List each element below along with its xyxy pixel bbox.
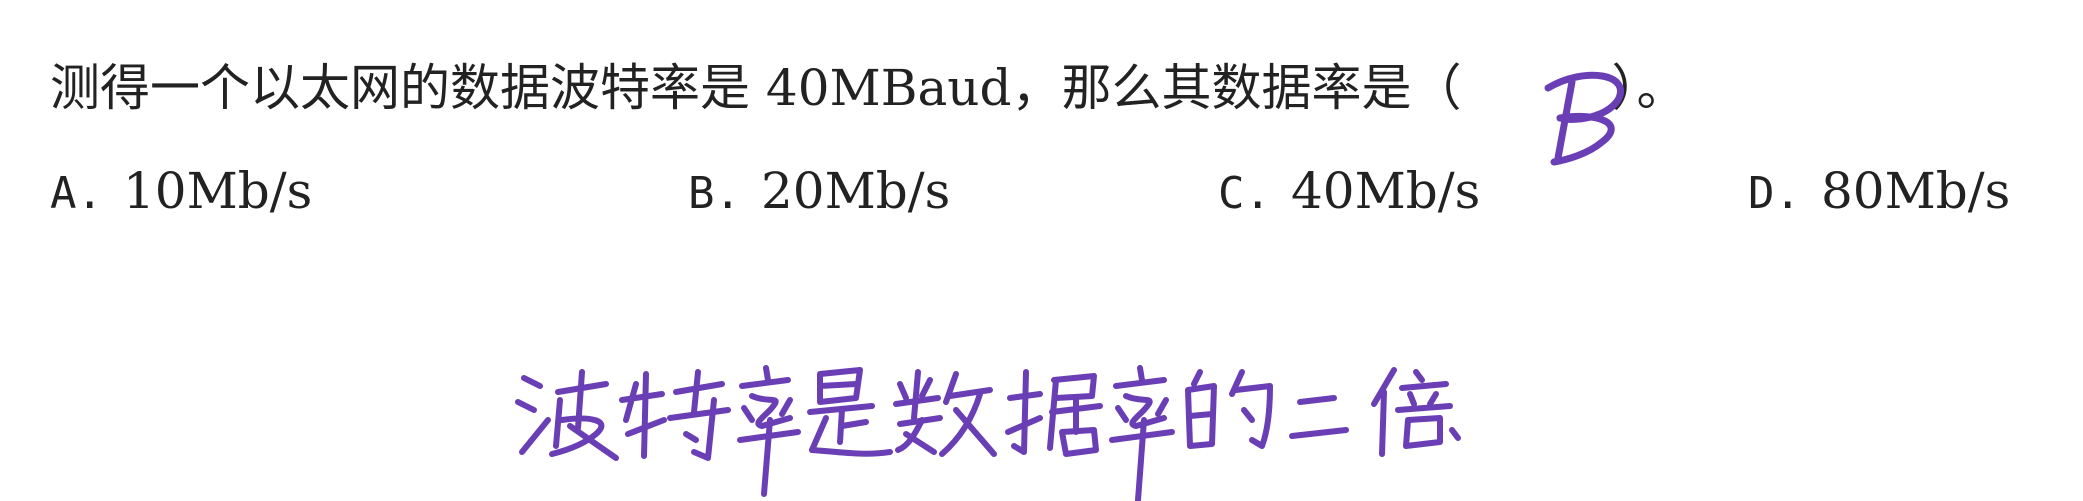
option-value: 20Mb/s <box>760 162 951 220</box>
option-letter: A. <box>50 168 103 219</box>
option-d: D. 80Mb/s <box>1748 155 2010 230</box>
option-letter: C. <box>1218 168 1271 219</box>
option-letter: D. <box>1748 168 1801 219</box>
option-value: 40Mb/s <box>1290 162 1481 220</box>
option-letter: B. <box>688 168 741 219</box>
option-value: 80Mb/s <box>1820 162 2011 220</box>
option-value: 10Mb/s <box>122 162 313 220</box>
option-c: C. 40Mb/s <box>1218 155 1480 230</box>
option-a: A. 10Mb/s <box>50 155 312 230</box>
question-text: 测得一个以太网的数据波特率是 40MBaud，那么其数据率是（ ）。 <box>50 59 1687 117</box>
handwritten-note <box>515 365 1461 501</box>
option-b: B. 20Mb/s <box>688 155 950 230</box>
